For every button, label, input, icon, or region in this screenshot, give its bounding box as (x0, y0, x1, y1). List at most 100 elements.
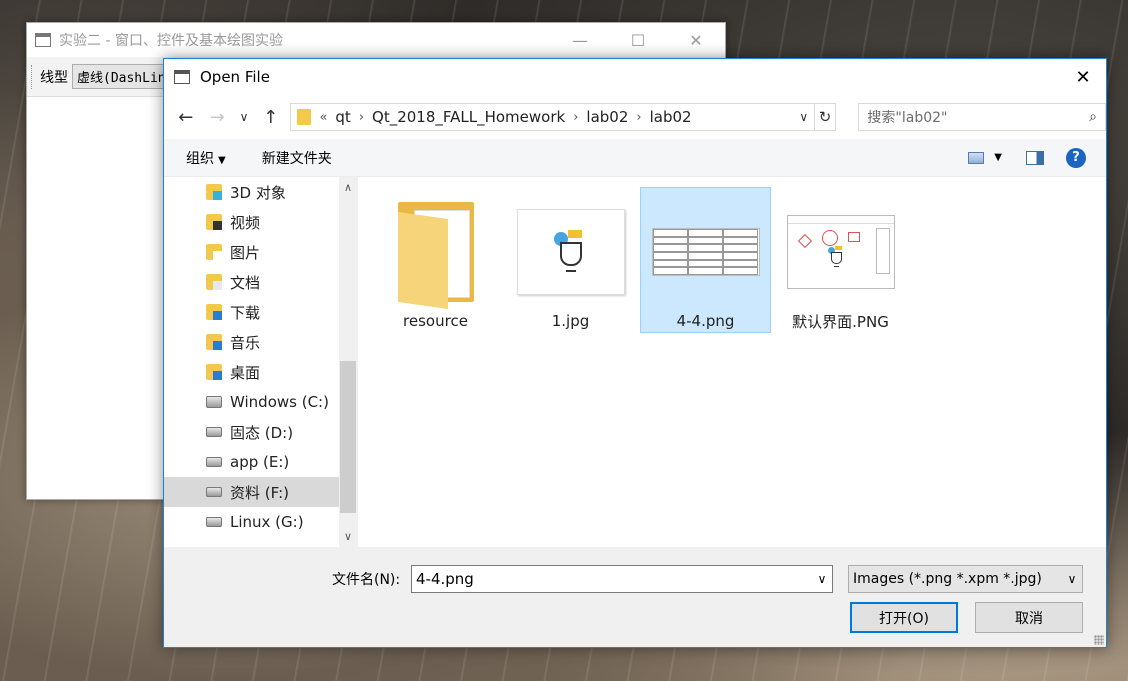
forward-arrow-icon[interactable]: → (206, 105, 230, 129)
help-icon[interactable]: ? (1066, 147, 1086, 168)
breadcrumb-lab02[interactable]: lab02 (586, 108, 628, 126)
filename-input[interactable]: 4-4.png ∨ (411, 565, 833, 593)
open-button[interactable]: 打开(O) (850, 602, 958, 633)
organize-button[interactable]: 组织 ▼ (186, 148, 226, 168)
cancel-button[interactable]: 取消 (975, 602, 1083, 633)
address-dropdown-icon[interactable]: ∨ (794, 110, 814, 124)
nav-item-drive-g[interactable]: Linux (G:) (164, 507, 357, 537)
nav-item-label: 资料 (F:) (230, 483, 289, 502)
3d-objects-icon (206, 184, 222, 200)
mascot-image-icon (553, 230, 588, 274)
back-arrow-icon[interactable]: ← (174, 105, 198, 129)
nav-item-label: Windows (C:) (230, 393, 329, 411)
scrollbar-thumb[interactable] (340, 361, 356, 513)
breadcrumb-homework[interactable]: Qt_2018_FALL_Homework (372, 108, 565, 126)
drive-icon (206, 517, 222, 527)
file-list: resource 1.jpg 4-4.png 默认界面.PNG (358, 177, 1106, 547)
drive-icon (206, 457, 222, 467)
search-input[interactable]: 搜索"lab02" ⌕ (858, 103, 1107, 131)
nav-pane-scrollbar[interactable]: ∧ ∨ (339, 177, 357, 547)
dialog-body: 3D 对象 视频 图片 文档 下载 音乐 桌面 Windows (C:) 固态 … (164, 177, 1106, 547)
folder-thumbnail (381, 202, 491, 310)
image-thumbnail (786, 204, 896, 299)
navigation-pane: 3D 对象 视频 图片 文档 下载 音乐 桌面 Windows (C:) 固态 … (164, 177, 358, 547)
breadcrumb-separator[interactable]: › (359, 110, 364, 125)
nav-item-pictures[interactable]: 图片 (164, 237, 357, 267)
app-window-icon (174, 70, 190, 84)
filename-dropdown-icon[interactable]: ∨ (812, 572, 832, 586)
nav-item-label: 固态 (D:) (230, 423, 294, 442)
address-bar[interactable]: « qt › Qt_2018_FALL_Homework › lab02 › l… (290, 103, 815, 131)
dialog-close-button[interactable]: ✕ (1060, 59, 1106, 95)
filter-value: Images (*.png *.xpm *.jpg) (853, 571, 1042, 587)
search-placeholder: 搜索"lab02" (867, 110, 948, 126)
dialog-title: Open File (200, 68, 270, 86)
resize-grip-icon[interactable] (1094, 635, 1104, 645)
up-arrow-icon[interactable]: ↑ (259, 105, 283, 129)
refresh-icon[interactable]: ↻ (814, 103, 837, 131)
nav-item-drive-d[interactable]: 固态 (D:) (164, 417, 357, 447)
command-bar: 组织 ▼ 新建文件夹 ▼ ? (164, 139, 1106, 177)
desktop-icon (206, 364, 222, 380)
nav-item-music[interactable]: 音乐 (164, 327, 357, 357)
search-icon[interactable]: ⌕ (1089, 109, 1097, 125)
ui-screenshot-icon (786, 214, 895, 289)
nav-item-label: app (E:) (230, 453, 290, 471)
view-options-chevron-icon[interactable]: ▼ (994, 152, 1002, 163)
nav-item-label: 文档 (230, 273, 261, 292)
maximize-button[interactable]: ☐ (609, 23, 667, 57)
file-item-1-jpg[interactable]: 1.jpg (505, 187, 636, 333)
folder-icon (397, 202, 474, 310)
recent-locations-chevron-icon[interactable]: ∨ (237, 105, 251, 129)
file-item-4-4-png[interactable]: 4-4.png (640, 187, 771, 333)
downloads-icon (206, 304, 222, 320)
chevron-down-icon: ▼ (218, 154, 226, 166)
nav-item-drive-e[interactable]: app (E:) (164, 447, 357, 477)
filename-label: 文件名(N): (332, 572, 401, 588)
nav-item-documents[interactable]: 文档 (164, 267, 357, 297)
organize-label: 组织 (186, 150, 214, 167)
image-thumbnail (651, 204, 761, 300)
breadcrumb-qt[interactable]: qt (335, 108, 350, 126)
nav-item-videos[interactable]: 视频 (164, 207, 357, 237)
app-window-icon (35, 33, 51, 47)
new-folder-button[interactable]: 新建文件夹 (262, 148, 332, 168)
filter-dropdown-icon[interactable]: ∨ (1062, 572, 1082, 586)
nav-item-label: 下载 (230, 303, 261, 322)
scroll-down-icon[interactable]: ∨ (339, 530, 357, 543)
windows-drive-icon (206, 396, 222, 408)
file-name: resource (403, 312, 468, 330)
breadcrumb-separator[interactable]: › (636, 110, 641, 125)
breadcrumb-lab02-current[interactable]: lab02 (650, 108, 692, 126)
dialog-footer: 文件名(N): 4-4.png ∨ Images (*.png *.xpm *.… (164, 547, 1106, 647)
file-name: 4-4.png (676, 312, 735, 330)
file-type-filter-select[interactable]: Images (*.png *.xpm *.jpg) ∨ (848, 565, 1083, 593)
file-name: 1.jpg (551, 312, 590, 330)
table-image-icon (651, 228, 760, 276)
open-file-dialog: Open File ✕ ← → ∨ ↑ « qt › Qt_2018_FALL_… (163, 58, 1107, 648)
nav-item-windows-c[interactable]: Windows (C:) (164, 387, 357, 417)
line-type-combo[interactable]: 虚线(DashLine) (72, 64, 172, 89)
view-mode-icon[interactable] (968, 151, 985, 164)
close-button[interactable]: ✕ (667, 23, 725, 57)
file-item-resource[interactable]: resource (370, 187, 501, 333)
nav-item-label: Linux (G:) (230, 513, 304, 531)
nav-item-3d-objects[interactable]: 3D 对象 (164, 177, 357, 207)
minimize-button[interactable]: — (551, 23, 609, 57)
nav-item-label: 音乐 (230, 333, 261, 352)
documents-icon (206, 274, 222, 290)
nav-item-label: 3D 对象 (230, 183, 286, 202)
navigation-row: ← → ∨ ↑ « qt › Qt_2018_FALL_Homework › l… (164, 95, 1107, 139)
preview-pane-icon[interactable] (1026, 150, 1044, 165)
file-item-default-ui-png[interactable]: 默认界面.PNG (775, 187, 906, 333)
breadcrumb-separator[interactable]: › (573, 110, 578, 125)
nav-item-desktop[interactable]: 桌面 (164, 357, 357, 387)
scroll-up-icon[interactable]: ∧ (339, 181, 357, 194)
breadcrumb-overflow[interactable]: « (319, 110, 327, 125)
music-icon (206, 334, 222, 350)
nav-item-drive-f[interactable]: 资料 (F:) (164, 477, 357, 507)
nav-item-downloads[interactable]: 下载 (164, 297, 357, 327)
folder-icon (297, 109, 312, 125)
file-name: 默认界面.PNG (792, 313, 889, 331)
toolbar-grip[interactable] (31, 64, 34, 89)
